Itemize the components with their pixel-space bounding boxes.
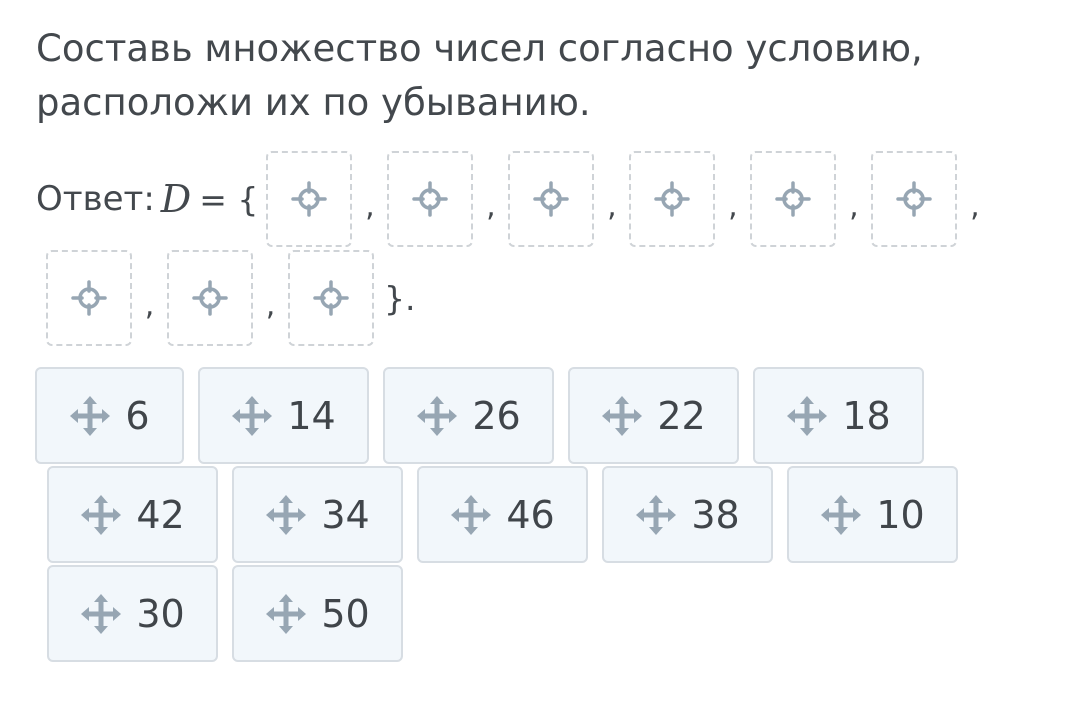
separator: , — [365, 188, 375, 224]
move-icon — [635, 494, 677, 536]
separator: , — [970, 188, 980, 224]
separator: , — [486, 188, 496, 224]
drop-slot-9[interactable] — [288, 250, 374, 346]
separator: , — [849, 188, 859, 224]
drop-slot-4[interactable] — [629, 151, 716, 247]
tile-row: 30 50 — [47, 565, 972, 664]
number-tile[interactable]: 34 — [232, 466, 403, 563]
crosshair-icon — [312, 279, 350, 317]
number-tile[interactable]: 42 — [47, 466, 218, 563]
tile-value: 30 — [136, 591, 185, 636]
tile-row: 42 34 46 38 10 — [47, 466, 972, 565]
tile-value: 22 — [657, 393, 706, 438]
tile-row: 6 14 26 22 18 — [35, 367, 972, 466]
tile-value: 38 — [691, 492, 740, 537]
answer-label: Ответ: — [36, 179, 155, 219]
crosshair-icon — [895, 180, 933, 218]
answer-row-1: Ответ: D = { , , , , , , — [36, 150, 1036, 248]
separator: , — [607, 188, 617, 224]
crosshair-icon — [290, 180, 328, 218]
tile-bank: 6 14 26 22 18 42 34 46 38 10 30 50 — [35, 367, 972, 664]
number-tile[interactable]: 10 — [787, 466, 958, 563]
crosshair-icon — [411, 180, 449, 218]
answer-line: Ответ: D = { , , , , , , , , }. — [36, 150, 1036, 347]
number-tile[interactable]: 26 — [383, 367, 554, 464]
number-tile[interactable]: 38 — [602, 466, 773, 563]
number-tile[interactable]: 18 — [753, 367, 924, 464]
move-icon — [450, 494, 492, 536]
tile-value: 46 — [506, 492, 555, 537]
tile-value: 34 — [321, 492, 370, 537]
drop-slot-8[interactable] — [167, 250, 253, 346]
drop-slot-3[interactable] — [508, 151, 595, 247]
move-icon — [416, 395, 458, 437]
drop-slot-5[interactable] — [750, 151, 837, 247]
move-icon — [265, 494, 307, 536]
number-tile[interactable]: 22 — [568, 367, 739, 464]
drop-slot-1[interactable] — [266, 151, 353, 247]
crosshair-icon — [774, 180, 812, 218]
tile-value: 10 — [876, 492, 925, 537]
separator: , — [728, 188, 738, 224]
separator: , — [265, 287, 276, 323]
tile-value: 50 — [321, 591, 370, 636]
move-icon — [265, 593, 307, 635]
answer-row-2: , , }. — [46, 249, 1036, 347]
drop-slot-2[interactable] — [387, 151, 474, 247]
tile-value: 42 — [136, 492, 185, 537]
separator: , — [144, 287, 155, 323]
tile-value: 14 — [287, 393, 336, 438]
move-icon — [80, 494, 122, 536]
number-tile[interactable]: 30 — [47, 565, 218, 662]
tile-value: 26 — [472, 393, 521, 438]
move-icon — [786, 395, 828, 437]
number-tile[interactable]: 50 — [232, 565, 403, 662]
tile-value: 18 — [842, 393, 891, 438]
crosshair-icon — [532, 180, 570, 218]
move-icon — [80, 593, 122, 635]
move-icon — [231, 395, 273, 437]
number-tile[interactable]: 46 — [417, 466, 588, 563]
equals-open-brace: = { — [199, 179, 259, 219]
closing-brace: }. — [384, 278, 416, 318]
drop-slot-7[interactable] — [46, 250, 132, 346]
set-variable: D — [160, 177, 192, 221]
crosshair-icon — [191, 279, 229, 317]
number-tile[interactable]: 14 — [198, 367, 369, 464]
number-tile[interactable]: 6 — [35, 367, 184, 464]
crosshair-icon — [653, 180, 691, 218]
drop-slot-6[interactable] — [871, 151, 958, 247]
tile-value: 6 — [125, 393, 150, 438]
move-icon — [601, 395, 643, 437]
question-text: Составь множество чисел согласно условию… — [36, 27, 923, 124]
crosshair-icon — [70, 279, 108, 317]
move-icon — [820, 494, 862, 536]
move-icon — [69, 395, 111, 437]
